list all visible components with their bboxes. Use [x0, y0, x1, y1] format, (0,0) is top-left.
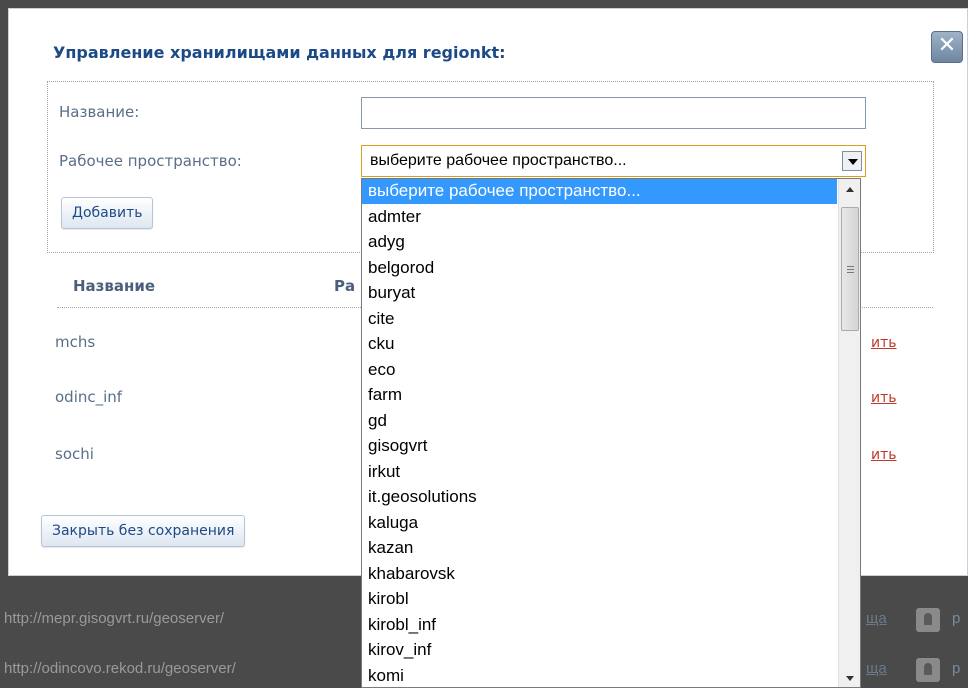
name-label: Название: — [59, 103, 140, 121]
dialog-title: Управление хранилищами данных для region… — [53, 43, 506, 62]
background-url: http://mepr.gisogvrt.ru/geoserver/ — [4, 610, 225, 627]
background-link[interactable]: ща — [866, 610, 887, 627]
workspace-select-value: выберите рабочее пространство... — [370, 152, 627, 169]
dropdown-option[interactable]: irkut — [362, 460, 837, 485]
grip-icon — [847, 266, 854, 267]
table-row-name: sochi — [55, 445, 94, 463]
close-icon[interactable]: ✕ — [931, 31, 963, 63]
dropdown-option[interactable]: belgorod — [362, 256, 837, 281]
dropdown-option[interactable]: выберите рабочее пространство... — [362, 179, 837, 204]
background-link[interactable]: р — [952, 610, 960, 627]
delete-link[interactable]: ить — [871, 447, 897, 463]
dropdown-option[interactable]: khabarovsk — [362, 562, 837, 587]
chevron-down-icon[interactable] — [842, 151, 862, 171]
edit-icon[interactable] — [916, 658, 940, 682]
dropdown-option[interactable]: it.geosolutions — [362, 485, 837, 510]
scrollbar-thumb[interactable] — [841, 207, 859, 331]
dropdown-option[interactable]: kirobl — [362, 587, 837, 612]
workspace-select[interactable]: выберите рабочее пространство... — [361, 145, 866, 177]
dropdown-option[interactable]: gisogvrt — [362, 434, 837, 459]
dropdown-option[interactable]: kazan — [362, 536, 837, 561]
dropdown-option[interactable]: kirobl_inf — [362, 613, 837, 638]
delete-link[interactable]: ить — [871, 390, 897, 406]
column-header-name: Название — [73, 277, 156, 295]
dropdown-option[interactable]: cku — [362, 332, 837, 357]
background-link[interactable]: ща — [866, 660, 887, 677]
delete-link[interactable]: ить — [871, 335, 897, 351]
scroll-up-icon[interactable] — [839, 179, 860, 199]
edit-icon[interactable] — [916, 608, 940, 632]
table-row-name: odinc_inf — [55, 388, 123, 406]
dropdown-option[interactable]: komi — [362, 664, 837, 688]
name-input[interactable] — [361, 97, 866, 129]
close-without-saving-button[interactable]: Закрыть без сохранения — [41, 515, 246, 547]
dropdown-option[interactable]: gd — [362, 409, 837, 434]
background-url: http://odincovo.rekod.ru/geoserver/ — [4, 660, 236, 677]
scroll-down-icon[interactable] — [839, 669, 860, 687]
dropdown-option[interactable]: kirov_inf — [362, 638, 837, 663]
workspace-dropdown-list[interactable]: выберите рабочее пространство... admter … — [361, 178, 861, 688]
dropdown-option[interactable]: buryat — [362, 281, 837, 306]
dropdown-option[interactable]: adyg — [362, 230, 837, 255]
workspace-label: Рабочее пространство: — [59, 152, 242, 170]
dropdown-option[interactable]: eco — [362, 358, 837, 383]
dropdown-option[interactable]: cite — [362, 307, 837, 332]
table-row-name: mchs — [55, 333, 96, 351]
column-header-workspace: Ра — [334, 277, 356, 295]
dropdown-option[interactable]: farm — [362, 383, 837, 408]
background-link[interactable]: р — [952, 660, 960, 677]
dropdown-option[interactable]: kaluga — [362, 511, 837, 536]
dropdown-option[interactable]: admter — [362, 205, 837, 230]
dropdown-scrollbar[interactable] — [838, 179, 860, 687]
add-button[interactable]: Добавить — [61, 197, 154, 229]
